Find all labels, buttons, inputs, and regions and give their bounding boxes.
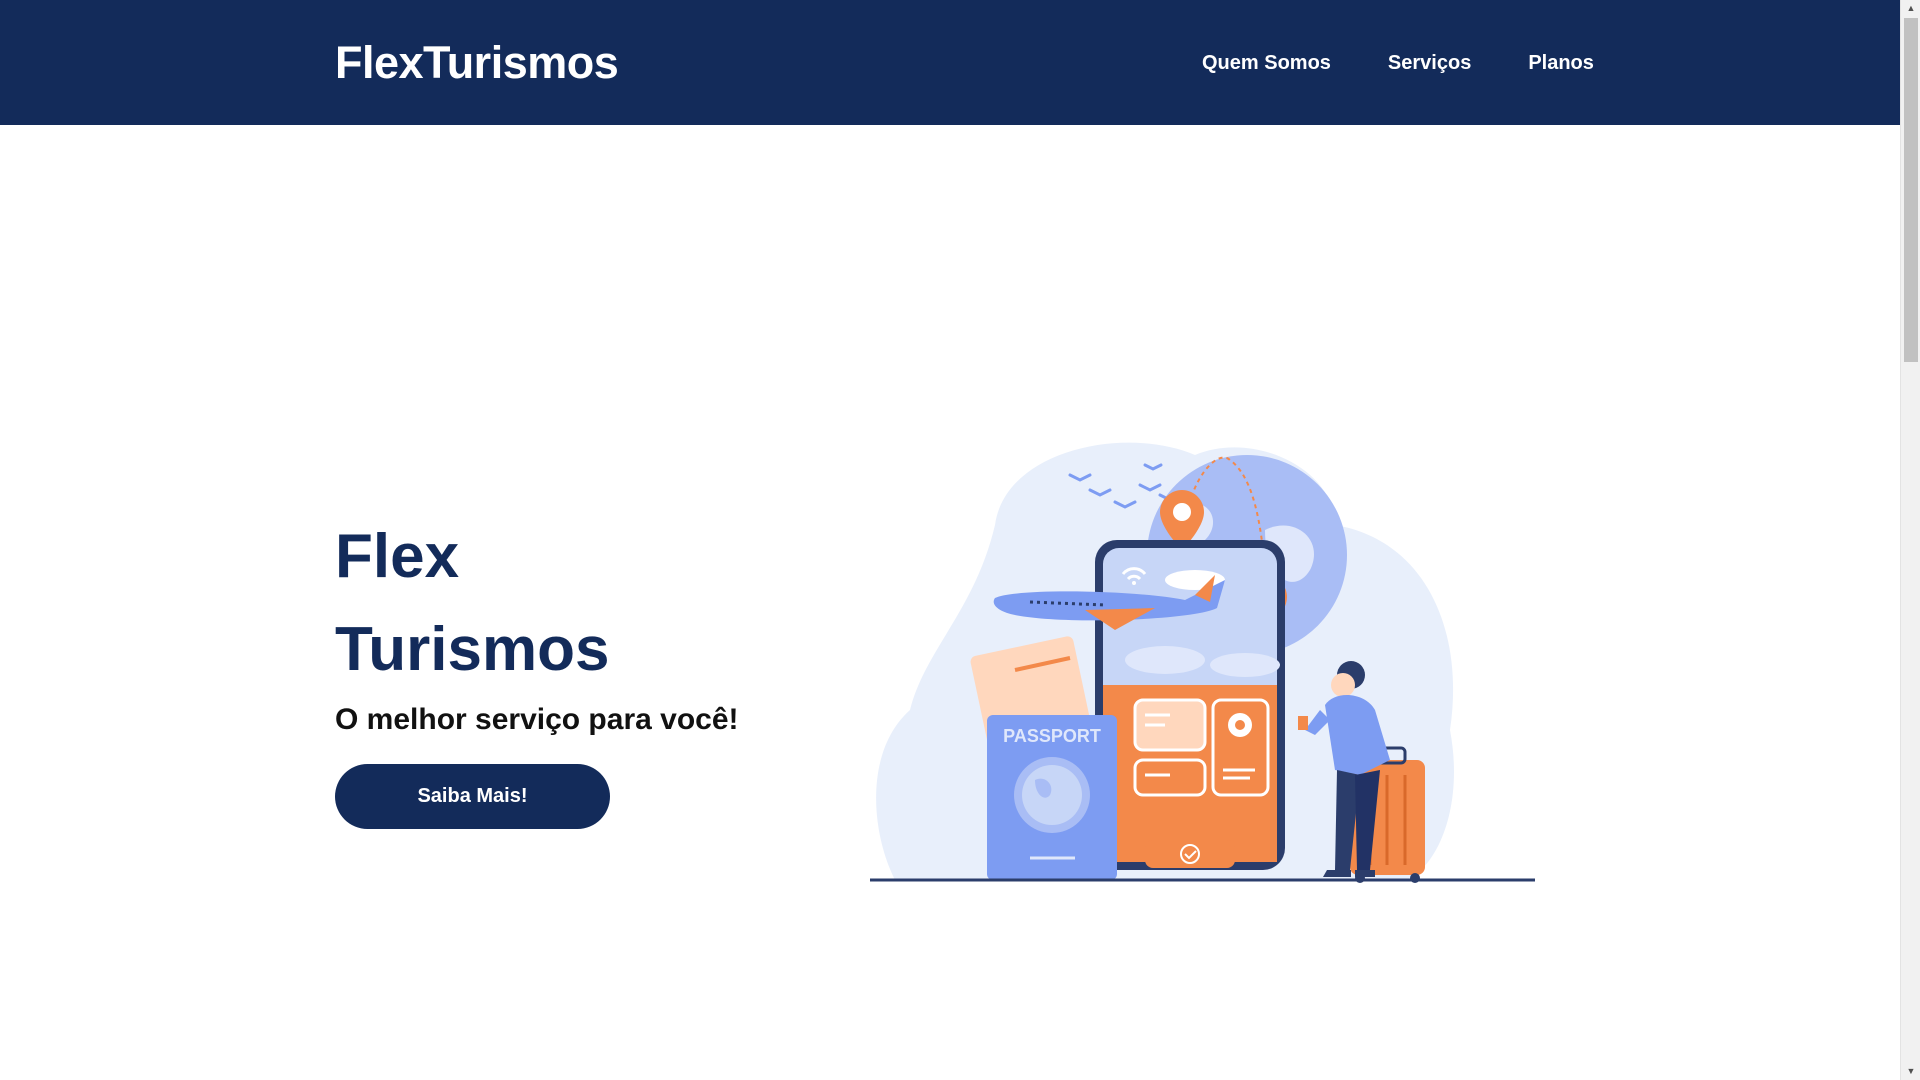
travel-illustration: PASSPORT xyxy=(870,442,1535,883)
hero-title-line-1: Flex xyxy=(335,522,460,591)
passport-label: PASSPORT xyxy=(1003,726,1101,746)
vertical-scrollbar[interactable]: ▲ ▼ xyxy=(1900,0,1920,1080)
main-nav: Quem Somos Serviços Planos xyxy=(1202,50,1594,76)
scrollbar-thumb[interactable] xyxy=(1904,18,1918,362)
hero-subtitle: O melhor serviço para você! xyxy=(335,703,739,736)
page: FlexTurismos Quem Somos Serviços Planos … xyxy=(0,0,1920,1080)
site-header: FlexTurismos Quem Somos Serviços Planos xyxy=(0,0,1900,125)
brand-logo[interactable]: FlexTurismos xyxy=(335,36,619,90)
nav-link-quem-somos[interactable]: Quem Somos xyxy=(1202,50,1331,76)
passport-icon: PASSPORT xyxy=(987,715,1117,880)
phone-icon xyxy=(1095,540,1285,870)
nav-link-servicos[interactable]: Serviços xyxy=(1388,50,1471,76)
nav-link-planos[interactable]: Planos xyxy=(1528,50,1594,76)
saiba-mais-button[interactable]: Saiba Mais! xyxy=(335,764,610,829)
scroll-down-arrow-icon[interactable]: ▼ xyxy=(1901,1063,1920,1080)
hero-title-line-2: Turismos xyxy=(335,615,610,684)
hero-title: Flex Turismos xyxy=(335,510,609,696)
scroll-up-arrow-icon[interactable]: ▲ xyxy=(1901,0,1920,17)
